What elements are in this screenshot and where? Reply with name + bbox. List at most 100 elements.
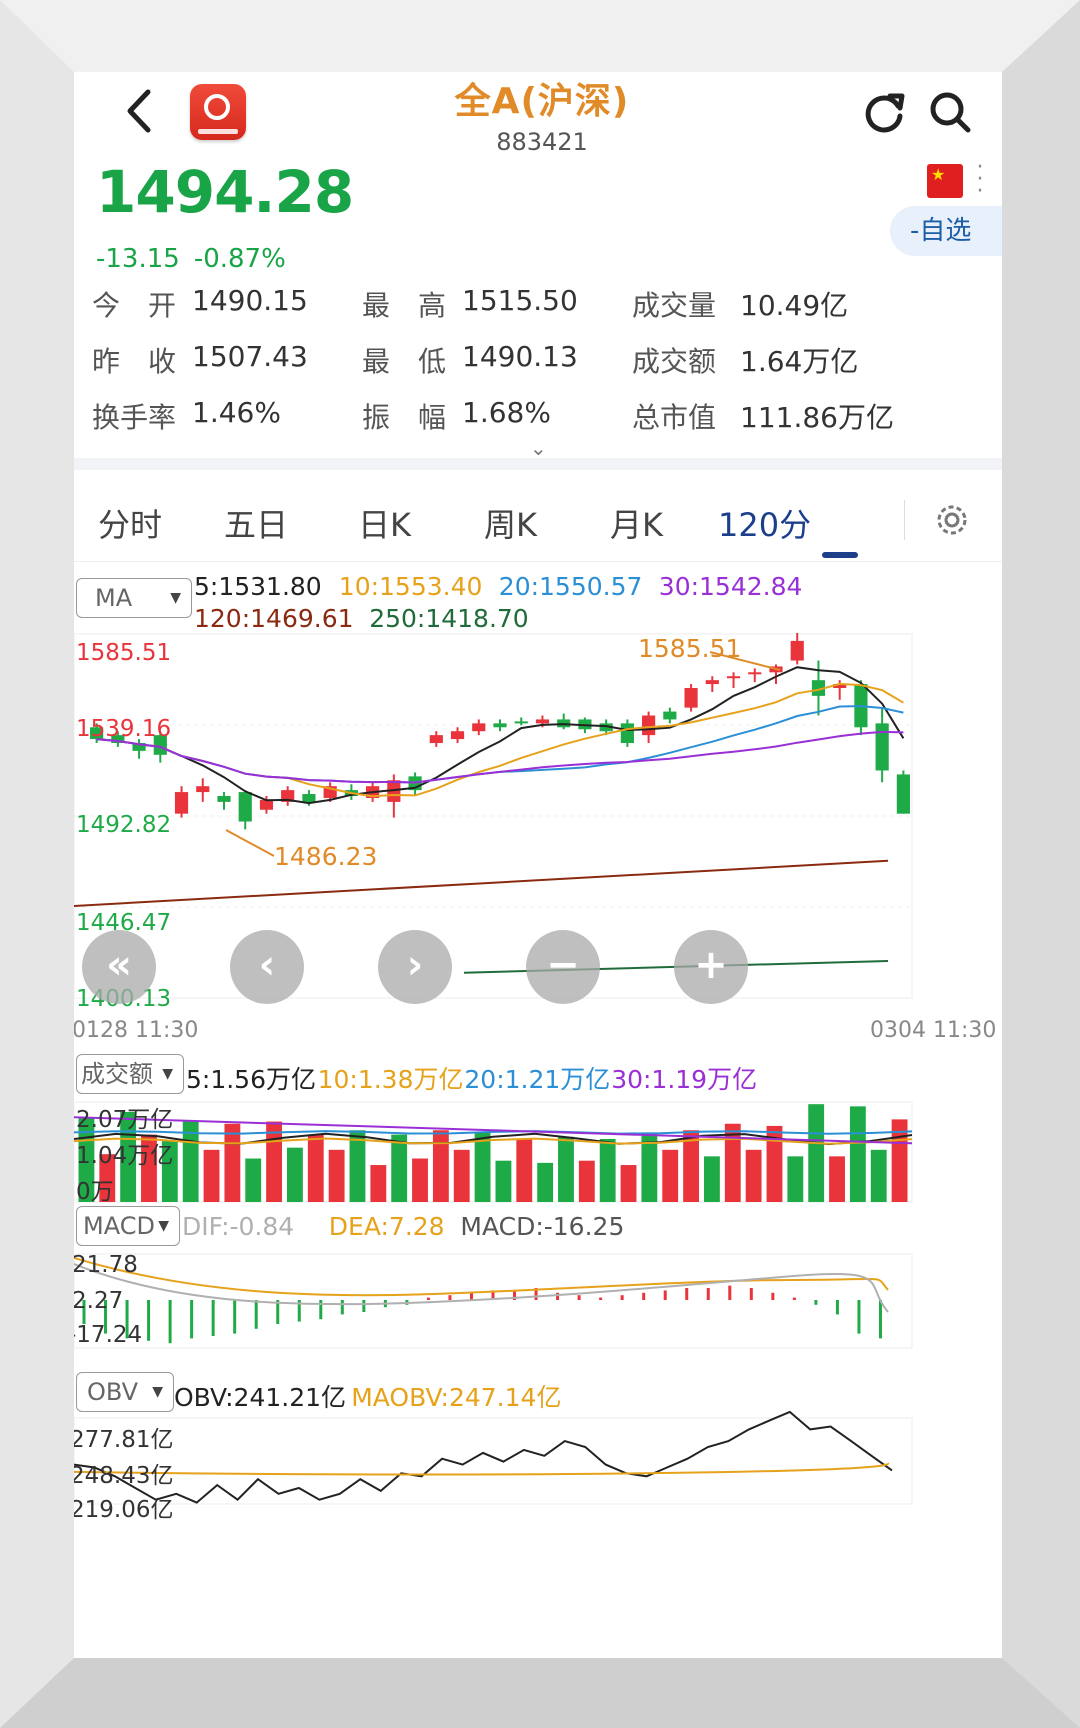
candle-body — [705, 680, 719, 685]
volume-ma20-line — [74, 1130, 913, 1135]
obv-selector[interactable]: OBV ▼ — [76, 1372, 174, 1412]
volume-bar — [474, 1132, 491, 1202]
volume-bar — [495, 1160, 512, 1202]
macd-frame — [74, 1253, 913, 1349]
candle-body — [896, 774, 910, 814]
zoom-out-button[interactable]: − — [526, 930, 600, 1004]
volume-selector[interactable]: 成交额 ▼ — [76, 1054, 184, 1094]
candle-body — [535, 719, 550, 724]
volume-bar — [620, 1165, 637, 1202]
candle-body — [259, 799, 274, 810]
volume-bar — [704, 1156, 720, 1202]
volume-legend-item: 30:1.19万亿 — [611, 1065, 758, 1094]
candle-body — [196, 786, 210, 793]
ma5-line — [96, 666, 905, 805]
dea-line — [74, 1257, 889, 1297]
volume-selector-label: 成交额 — [81, 1060, 153, 1088]
macd-legend-item: DIF:-0.84 — [182, 1212, 295, 1241]
volume-bar — [224, 1123, 241, 1202]
volume-bar — [453, 1149, 470, 1202]
obv-legend-item: MAOBV:247.14亿 — [351, 1383, 562, 1412]
dif-line — [74, 1263, 889, 1313]
dropdown-arrow-icon: ▼ — [158, 1218, 169, 1234]
volume-bar — [287, 1147, 303, 1202]
low-price-label: 1486.23 — [274, 842, 378, 871]
candle-body — [174, 792, 189, 814]
volume-bar — [516, 1138, 533, 1202]
y-tick-2: 1539.16 — [76, 716, 172, 742]
scroll-left-button[interactable]: ‹ — [230, 930, 304, 1004]
macd-selector-label: MACD — [83, 1212, 155, 1240]
candle-body — [726, 676, 741, 679]
kline-chart[interactable] — [74, 72, 1002, 1658]
volume-tick-2: 1.04万亿 — [76, 1143, 174, 1169]
ma30-line — [96, 730, 904, 784]
obv-selector-label: OBV — [87, 1378, 139, 1406]
macd-legend-item: MACD:-16.25 — [460, 1212, 625, 1241]
obv-line — [74, 1410, 893, 1504]
volume-legend-item: 10:1.38万亿 — [317, 1065, 464, 1094]
scroll-start-button[interactable]: « — [82, 930, 156, 1004]
maobv-line — [74, 1462, 890, 1476]
volume-bar — [328, 1149, 345, 1202]
candle-body — [514, 721, 528, 724]
volume-bar — [245, 1158, 262, 1202]
macd-tick-1: 21.78 — [74, 1252, 138, 1278]
start-time-label: 0128 11:30 — [74, 1018, 199, 1043]
obv-tick-1: 277.81亿 — [74, 1427, 174, 1453]
volume-bar — [849, 1106, 866, 1202]
volume-bar — [412, 1158, 428, 1202]
candle-body — [450, 731, 465, 740]
volume-bar — [578, 1160, 595, 1202]
ma10-line — [96, 682, 904, 798]
candle-body — [790, 640, 804, 661]
volume-bar — [370, 1165, 387, 1202]
volume-bar — [432, 1130, 449, 1202]
volume-legend-item: 20:1.21万亿 — [464, 1065, 611, 1094]
candle-body — [302, 794, 316, 802]
volume-bar — [599, 1138, 616, 1202]
candle-body — [875, 723, 889, 771]
stock-detail-screen: 全A(沪深) 883421 1494.28 -13.15 -0.87% ★ · · ·… — [74, 72, 1002, 1658]
candle-body — [620, 723, 634, 743]
candle-body — [238, 792, 252, 822]
volume-bar — [537, 1162, 554, 1202]
end-time-label: 0304 11:30 — [870, 1018, 997, 1043]
macd-selector[interactable]: MACD ▼ — [76, 1206, 180, 1246]
scroll-right-button[interactable]: › — [378, 930, 452, 1004]
candle-body — [684, 688, 698, 708]
candle-body — [472, 723, 486, 732]
high-price-label: 1585.51 — [638, 634, 742, 663]
candle-body — [642, 715, 656, 736]
obv-tick-2: 248.43亿 — [74, 1463, 174, 1489]
volume-bar — [662, 1149, 679, 1202]
candle-body — [748, 672, 762, 675]
dropdown-arrow-icon: ▼ — [162, 1066, 173, 1082]
candle-body — [429, 735, 443, 743]
volume-legend-item: 5:1.56万亿 — [186, 1065, 316, 1094]
candle-body — [663, 711, 677, 720]
obv-frame — [74, 1417, 913, 1505]
zoom-in-button[interactable]: + — [674, 930, 748, 1004]
volume-tick-1: 2.07万亿 — [76, 1107, 174, 1133]
volume-bar — [307, 1134, 324, 1202]
volume-bar — [808, 1104, 825, 1202]
volume-bar — [787, 1156, 804, 1202]
obv-legend-item: OBV:241.21亿 — [174, 1383, 347, 1412]
candle-body — [217, 796, 231, 802]
volume-bar — [391, 1134, 408, 1202]
volume-tick-3: 0万 — [76, 1179, 114, 1205]
macd-legend-item: DEA:7.28 — [328, 1212, 445, 1241]
volume-bar — [558, 1136, 574, 1202]
macd-tick-2: 2.27 — [74, 1288, 124, 1314]
dropdown-arrow-icon: ▼ — [152, 1384, 163, 1400]
low-pointer — [225, 829, 275, 857]
volume-bar — [745, 1149, 762, 1202]
obv-tick-3: 219.06亿 — [74, 1497, 174, 1523]
y-tick-3: 1492.82 — [76, 812, 172, 838]
volume-bar — [870, 1149, 887, 1202]
candle-body — [493, 723, 507, 728]
y-tick-1: 1585.51 — [76, 640, 172, 666]
volume-bar — [203, 1149, 220, 1202]
ma120-line — [74, 859, 889, 907]
